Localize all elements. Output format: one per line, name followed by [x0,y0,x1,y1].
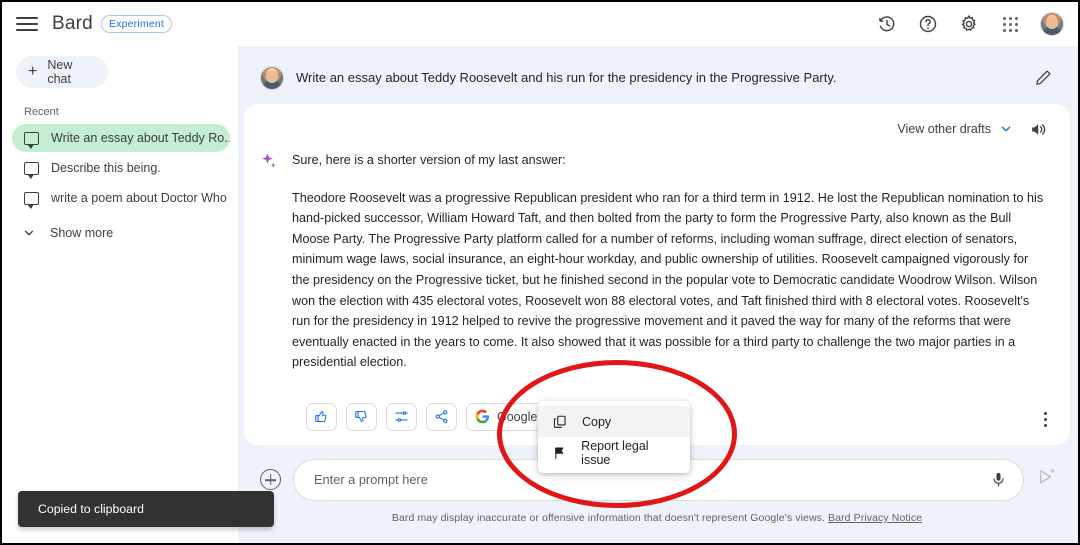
bard-sparkle-icon [262,153,276,168]
view-other-drafts-label: View other drafts [897,122,991,136]
pencil-icon[interactable] [1034,68,1054,88]
user-avatar [260,66,284,90]
sidebar: + New chat Recent Write an essay about T… [2,46,238,543]
top-bar: Bard Experiment [2,2,1078,46]
context-menu: Copy Report legal issue [538,401,690,473]
context-menu-label: Report legal issue [581,438,649,467]
plus-circle-icon[interactable] [260,469,281,491]
context-menu-item-report-legal-issue[interactable]: Report legal issue [538,437,690,468]
view-other-drafts-button[interactable]: View other drafts [897,122,1013,136]
avatar[interactable] [1040,12,1064,36]
sidebar-item-label: Write an essay about Teddy Ro... [51,131,230,145]
thumb-down-button[interactable] [346,402,377,431]
hamburger-icon[interactable] [16,13,38,35]
show-more-button[interactable]: Show more [16,220,230,246]
answer-body: Theodore Roosevelt was a progressive Rep… [292,190,1044,370]
recent-section-label: Recent [24,106,59,118]
show-more-label: Show more [50,226,114,240]
copy-icon [553,415,566,428]
response-card: View other drafts Sure, here is a shorte… [244,104,1070,445]
speaker-icon[interactable] [1029,120,1048,139]
flag-icon [555,447,564,459]
response-card-header: View other drafts [260,118,1048,140]
chevron-down-icon [1001,126,1011,132]
sidebar-item-doctor-who-poem[interactable]: write a poem about Doctor Who [12,184,230,212]
context-menu-item-copy[interactable]: Copy [538,406,690,437]
disclaimer-text: Bard may display inaccurate or offensive… [391,511,825,524]
google-logo-icon [475,410,490,424]
bard-app-window: Bard Experiment + New chat Recent Write … [0,0,1080,545]
thumb-up-button[interactable] [306,402,337,431]
microphone-icon[interactable] [990,471,1007,488]
chevron-down-icon [24,230,34,236]
sidebar-item-label: write a poem about Doctor Who [51,191,227,205]
new-chat-button[interactable]: + New chat [16,56,108,88]
apps-grid-icon[interactable] [999,13,1021,35]
chat-bubble-icon [24,191,39,209]
sidebar-item-label: Describe this being. [51,161,161,175]
app-brand-title: Bard [52,13,93,34]
privacy-notice-link[interactable]: Bard Privacy Notice [828,512,922,524]
disclaimer: Bard may display inaccurate or offensive… [244,512,1070,524]
kebab-menu-icon[interactable] [1036,411,1054,429]
help-icon[interactable] [917,13,939,35]
sidebar-item-teddy-essay[interactable]: Write an essay about Teddy Ro... [12,124,230,152]
share-button[interactable] [426,402,457,431]
prompt-input-placeholder: Enter a prompt here [314,472,428,488]
sidebar-item-describe-being[interactable]: Describe this being. [12,154,230,182]
chat-bubble-icon [24,131,39,149]
history-icon[interactable] [876,13,898,35]
new-chat-label: New chat [47,58,73,86]
gear-icon[interactable] [958,13,980,35]
top-bar-actions [876,12,1064,36]
toast-notification: Copied to clipboard [18,491,274,527]
chat-bubble-icon [24,161,39,179]
context-menu-label: Copy [582,414,612,429]
send-icon[interactable] [1036,467,1056,492]
assistant-answer-row: Sure, here is a shorter version of my la… [260,150,1048,373]
modify-response-button[interactable] [386,402,417,431]
plus-icon: + [28,63,38,80]
experiment-badge: Experiment [100,15,173,33]
user-prompt-text: Write an essay about Teddy Roosevelt and… [296,70,837,85]
user-prompt-row: Write an essay about Teddy Roosevelt and… [244,52,1070,104]
assistant-answer-text: Sure, here is a shorter version of my la… [292,150,1048,373]
toast-message: Copied to clipboard [38,502,144,516]
answer-intro: Sure, here is a shorter version of my la… [292,153,566,167]
